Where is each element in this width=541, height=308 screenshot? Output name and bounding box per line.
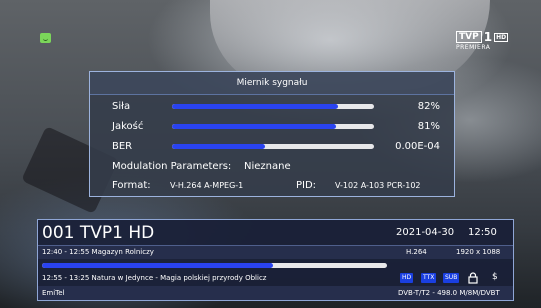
strength-value: 82%	[417, 101, 440, 112]
program-progress-fill	[42, 263, 274, 268]
ber-bar-fill	[172, 144, 265, 149]
clock: 12:50	[468, 227, 497, 238]
modulation-label: Modulation Parameters:	[112, 161, 232, 172]
logo-number: 1	[483, 30, 493, 44]
channel-name: 001 TVP1 HD	[42, 223, 155, 243]
subtitles-badge: SUB	[443, 273, 460, 283]
current-program-strip: 12:40 - 12:55 Magazyn Rolniczy H.264 192…	[38, 245, 513, 259]
pid-label: PID:	[296, 180, 317, 191]
format-value: V-H.264 A-MPEG-1	[170, 181, 244, 190]
pid-value: V-102 A-103 PCR-102	[335, 181, 421, 190]
strength-bar-fill	[172, 104, 338, 109]
modulation-value: Nieznane	[244, 161, 291, 172]
signal-meter-panel: Miernik sygnału Siła 82% Jakość 81% BER …	[89, 71, 455, 197]
logo-brand: TVP	[456, 31, 482, 43]
transmission-strip: EmiTel DVB-T/T2 - 498.0 M/8M/DVBT	[38, 286, 513, 300]
ber-bar	[172, 144, 374, 149]
video-resolution: 1920 x 1088	[456, 248, 501, 256]
lock-icon	[468, 272, 478, 284]
logo-subtitle: PREMIERA	[456, 44, 491, 51]
channel-logo: TVP 1 HD PREMIERA	[456, 31, 516, 55]
logo-hd-badge: HD	[494, 32, 509, 42]
pay-channel-icon: $	[492, 272, 498, 282]
channel-status-icon	[40, 33, 51, 43]
strength-bar	[172, 104, 374, 109]
ber-label: BER	[112, 141, 133, 152]
ber-value: 0.00E-04	[395, 141, 440, 152]
date: 2021-04-30	[396, 227, 455, 238]
quality-value: 81%	[417, 121, 440, 132]
quality-label: Jakość	[112, 121, 144, 132]
next-program: 12:55 - 13:25 Natura w Jedynce - Magia p…	[42, 274, 267, 282]
provider: EmiTel	[42, 289, 65, 297]
quality-bar-fill	[172, 124, 336, 129]
video-codec: H.264	[406, 248, 427, 256]
program-progress-bar	[42, 263, 387, 268]
current-program: 12:40 - 12:55 Magazyn Rolniczy	[42, 248, 154, 256]
signal-meter-title: Miernik sygnału	[90, 72, 454, 95]
transmission-info: DVB-T/T2 - 498.0 M/8M/DVBT	[398, 289, 500, 297]
strength-label: Siła	[112, 101, 131, 112]
quality-bar	[172, 124, 374, 129]
hd-badge: HD	[400, 273, 414, 283]
channel-info-bar: 001 TVP1 HD 2021-04-30 12:50 12:40 - 12:…	[37, 219, 514, 301]
format-label: Format:	[112, 180, 151, 191]
teletext-badge: TTX	[421, 273, 437, 283]
